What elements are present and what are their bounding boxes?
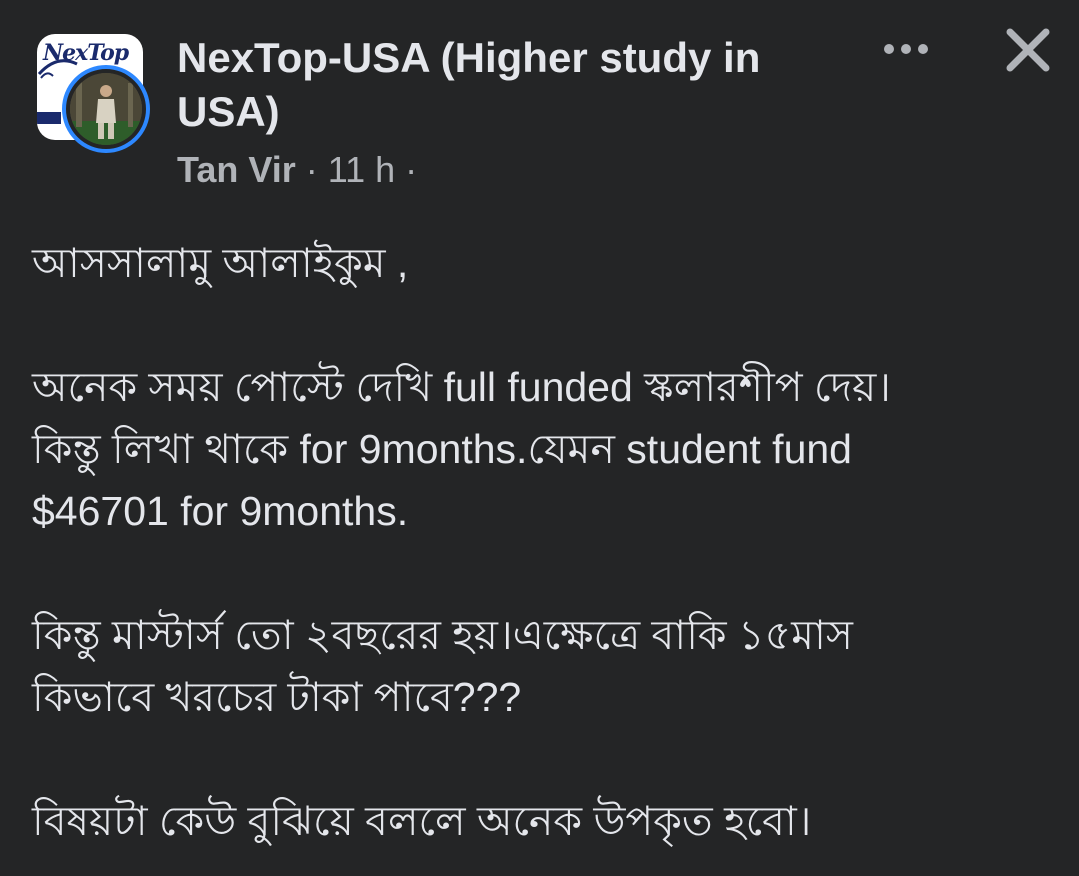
close-icon <box>1006 28 1050 72</box>
post-paragraph-1: অনেক সময় পোস্টে দেখি full funded স্কলার… <box>32 356 1052 542</box>
post-card: NexTop NexTop-USA (Higher study in USA) … <box>0 0 1079 876</box>
post-meta: Tan Vir · 11 h · <box>177 148 417 192</box>
meta-separator-trailing: · <box>405 149 418 190</box>
author-name-link[interactable]: Tan Vir <box>177 149 296 190</box>
post-body: আসসালামু আলাইকুম , অনেক সময় পোস্টে দেখি… <box>32 232 1052 852</box>
more-options-button[interactable] <box>878 28 934 70</box>
close-button[interactable] <box>998 20 1058 80</box>
post-line: কিন্তু মাস্টার্স তো ২বছরের হয়।এক্ষেত্রে… <box>32 612 853 658</box>
group-logo-text: NexTop <box>43 40 129 66</box>
post-paragraph-2: কিন্তু মাস্টার্স তো ২বছরের হয়।এক্ষেত্রে… <box>32 604 1052 728</box>
post-header: NexTop NexTop-USA (Higher study in USA) … <box>0 0 1079 200</box>
post-timestamp[interactable]: 11 h <box>328 149 395 190</box>
person-figure-icon <box>70 73 142 145</box>
post-line: কিভাবে খরচের টাকা পাবে??? <box>32 674 522 720</box>
post-paragraph-3: বিষয়টা কেউ বুঝিয়ে বললে অনেক উপকৃত হবো। <box>32 790 1052 852</box>
more-horizontal-icon <box>884 44 928 54</box>
post-line: কিন্তু লিখা থাকে for 9months.যেমন studen… <box>32 426 852 472</box>
group-name-link[interactable]: NexTop-USA (Higher study in USA) <box>177 31 817 139</box>
meta-separator: · <box>305 149 318 190</box>
post-greeting: আসসালামু আলাইকুম , <box>32 232 1052 294</box>
post-line: অনেক সময় পোস্টে দেখি full funded স্কলার… <box>32 364 891 410</box>
post-line: $46701 for 9months. <box>32 488 409 534</box>
post-line: বিষয়টা কেউ বুঝিয়ে বললে অনেক উপকৃত হবো। <box>32 798 812 844</box>
author-photo <box>70 73 142 145</box>
post-line: আসসালামু আলাইকুম , <box>32 240 409 286</box>
author-avatar[interactable] <box>62 65 150 153</box>
